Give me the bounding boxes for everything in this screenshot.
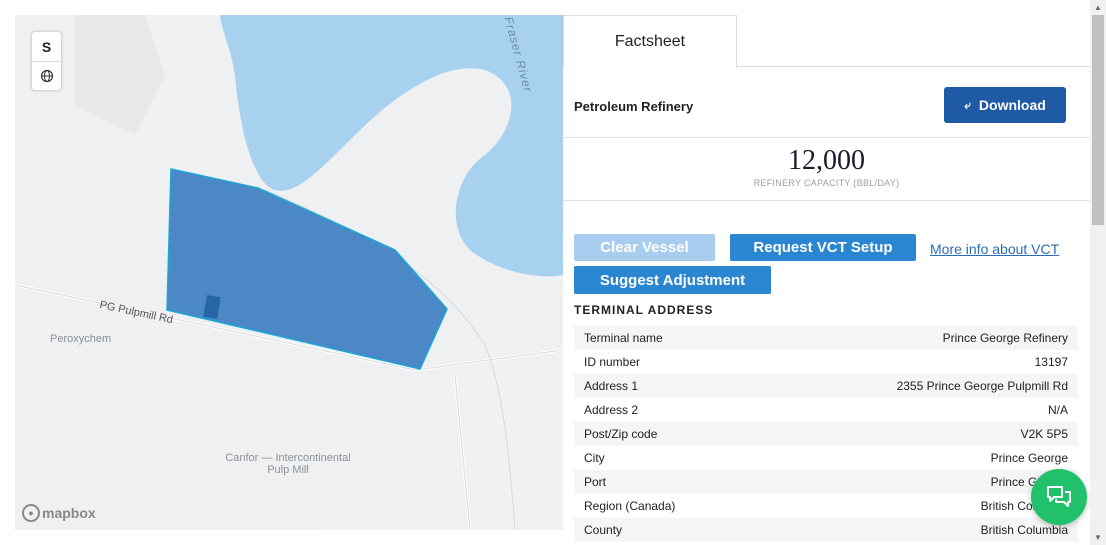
row-value: Prince George (990, 451, 1068, 465)
map-style-button[interactable]: S (32, 32, 61, 61)
row-value: V2K 5P5 (1020, 427, 1068, 441)
scroll-up-icon[interactable]: ▲ (1090, 0, 1106, 15)
map-view[interactable]: Fraser River PG Pulpmill Rd Peroxychem H… (15, 15, 563, 530)
mapbox-icon: ● (22, 504, 40, 522)
refinery-label-line2: George Refinery (204, 274, 286, 286)
canfor-label-line1: Canfor — Intercontinental (225, 452, 351, 464)
chat-bubbles-icon (1047, 486, 1071, 507)
page-scrollbar[interactable]: ▲ ▼ (1090, 0, 1106, 545)
table-row: County British Columbia (574, 518, 1078, 542)
download-arrow-icon: ⤶ (964, 97, 971, 112)
row-label: County (584, 523, 623, 537)
scroll-down-icon[interactable]: ▼ (1090, 530, 1106, 545)
refinery-label: Husky Prince George Refinery (195, 262, 295, 286)
row-value: British Columbia (980, 523, 1068, 537)
terminal-address-table: Terminal name Prince George Refinery ID n… (574, 326, 1078, 542)
table-row: Post/Zip code V2K 5P5 (574, 422, 1078, 446)
download-label: Download (978, 97, 1046, 113)
globe-icon[interactable] (32, 61, 61, 90)
row-value: 2355 Prince George Pulpmill Rd (896, 379, 1068, 393)
row-value: N/A (1047, 403, 1068, 417)
row-label: Post/Zip code (584, 427, 658, 441)
scrollbar-thumb[interactable] (1092, 15, 1104, 225)
factsheet-panel: Factsheet Petroleum Refinery ⤶ Download … (563, 15, 1090, 545)
table-row: Region (Canada) British Columbia (574, 494, 1078, 518)
row-label: ID number (584, 355, 641, 369)
table-row: Address 2 N/A (574, 398, 1078, 422)
peroxychem-label: Peroxychem (50, 333, 112, 345)
row-label: Address 1 (584, 379, 639, 393)
page-root: Fraser River PG Pulpmill Rd Peroxychem H… (0, 0, 1106, 545)
row-label: City (584, 451, 605, 465)
map-controls: S (31, 31, 62, 91)
capacity-block: 12,000 REFINERY CAPACITY (BBL/DAY) (563, 139, 1090, 201)
row-value: 13197 (1034, 355, 1068, 369)
capacity-label: REFINERY CAPACITY (BBL/DAY) (753, 178, 900, 188)
mapbox-logo[interactable]: ● mapbox (22, 504, 96, 522)
tab-bar: Factsheet (563, 15, 1090, 68)
row-label: Port (584, 475, 607, 489)
download-button[interactable]: ⤶ Download (944, 87, 1066, 123)
table-row: Address 1 2355 Prince George Pulpmill Rd (574, 374, 1078, 398)
request-vct-button[interactable]: Request VCT Setup (730, 234, 916, 261)
facility-type: Petroleum Refinery (574, 99, 694, 114)
refinery-label-line1: Husky Prince (212, 262, 278, 274)
clear-vessel-button[interactable]: Clear Vessel (574, 234, 715, 261)
row-label: Region (Canada) (584, 499, 676, 513)
terminal-address-title: TERMINAL ADDRESS (574, 303, 714, 317)
facility-header: Petroleum Refinery ⤶ Download (563, 67, 1090, 138)
table-row: City Prince George (574, 446, 1078, 470)
row-label: Terminal name (584, 331, 663, 345)
capacity-value: 12,000 (788, 145, 865, 176)
table-row: Terminal name Prince George Refinery (574, 326, 1078, 350)
canfor-label: Canfor — Intercontinental Pulp Mill (208, 452, 368, 476)
table-row: ID number 13197 (574, 350, 1078, 374)
canfor-label-line2: Pulp Mill (267, 464, 309, 476)
tab-factsheet[interactable]: Factsheet (563, 15, 737, 68)
row-value: Prince George Refinery (942, 331, 1068, 345)
mapbox-wordmark: mapbox (42, 505, 96, 521)
row-label: Address 2 (584, 403, 639, 417)
suggest-adjustment-button[interactable]: Suggest Adjustment (574, 266, 771, 294)
more-info-vct-link[interactable]: More info about VCT (930, 241, 1059, 257)
table-row: Port Prince George (574, 470, 1078, 494)
chat-button[interactable] (1031, 469, 1087, 525)
